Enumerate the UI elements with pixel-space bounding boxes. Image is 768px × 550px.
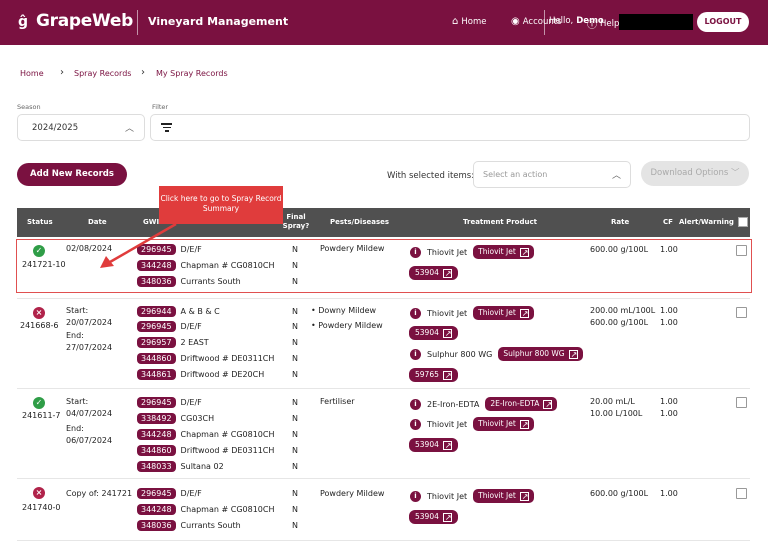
info-icon[interactable]: i — [410, 418, 421, 430]
pest-item: • Powdery Mildew — [311, 321, 383, 330]
season-label: Season — [17, 103, 41, 111]
season-select[interactable]: 2024/2025 ︿ — [17, 114, 145, 141]
product-code-link[interactable]: 53904 — [409, 510, 458, 525]
chevron-down-icon: ﹀ — [730, 168, 740, 178]
external-link-icon — [442, 327, 452, 341]
breadcrumb-my-spray-records: My Spray Records — [156, 69, 228, 78]
gwi-row: 344860 Driftwood # DE0311CH — [137, 353, 274, 364]
external-link-icon — [568, 348, 578, 362]
product-link[interactable]: Thiovit Jet — [473, 417, 534, 432]
product-code-link[interactable]: 53904 — [409, 326, 458, 341]
product-link[interactable]: Thiovit Jet — [473, 489, 534, 504]
chevron-up-icon: ︿ — [611, 171, 621, 181]
gwi-row: 348036 Currants South — [137, 520, 241, 531]
select-all-checkbox[interactable] — [738, 217, 748, 227]
highlighted-row-outline — [16, 239, 752, 293]
row-checkbox[interactable] — [736, 488, 747, 499]
record-id[interactable]: 241611-7 — [22, 411, 61, 420]
row-divider — [17, 478, 750, 479]
treatment-product: i Thiovit Jet Thiovit Jet — [410, 417, 534, 432]
breadcrumb-home[interactable]: Home — [20, 69, 44, 78]
table-header: Status Date GWI Final Spray? Pests/Disea… — [17, 208, 750, 237]
info-icon[interactable]: i — [410, 398, 421, 410]
gwi-row: 296945 D/E/F — [137, 397, 202, 408]
chevron-right-icon: › — [141, 67, 145, 78]
brand-logo[interactable]: ĝ GrapeWeb — [18, 11, 133, 31]
pest-item: • Downy Mildew — [311, 306, 377, 315]
gwi-row: 296945 D/E/F — [137, 488, 202, 499]
info-icon[interactable]: i — [410, 348, 421, 360]
row-checkbox[interactable] — [736, 307, 747, 318]
gwi-row: 296945 D/E/F — [137, 321, 202, 332]
app-title: Vineyard Management — [148, 15, 289, 28]
app-header: ĝ GrapeWeb Vineyard Management ⌂ Home ◉ A… — [0, 0, 768, 45]
info-icon[interactable]: i — [410, 307, 421, 319]
external-link-icon — [519, 490, 529, 504]
gwi-row: 296957 2 EAST — [137, 337, 209, 348]
chevron-right-icon: › — [60, 67, 64, 78]
row-checkbox[interactable] — [736, 397, 747, 408]
x-circle-icon: × — [33, 487, 45, 499]
record-id[interactable]: 241668-6 — [20, 321, 59, 330]
brand-name: GrapeWeb — [36, 11, 133, 31]
treatment-product: i Thiovit Jet Thiovit Jet — [410, 306, 534, 321]
annotation-callout: Click here to go to Spray Record Summary — [159, 186, 283, 224]
action-select[interactable]: Select an action ︿ — [473, 161, 631, 188]
filter-label: Filter — [152, 103, 169, 111]
external-link-icon — [442, 439, 452, 453]
logout-button[interactable]: LOGOUT — [697, 12, 749, 32]
header-divider — [137, 10, 138, 35]
gwi-row: 296944 A & B & C — [137, 306, 220, 317]
gwi-row: 344860 Driftwood # DE0311CH — [137, 445, 274, 456]
product-code-link[interactable]: 59765 — [409, 368, 458, 383]
filter-input[interactable] — [150, 114, 750, 141]
user-greeting: Hello, Demo — [549, 16, 604, 26]
home-icon: ⌂ — [452, 16, 459, 27]
filter-icon — [161, 123, 172, 133]
gwi-row: 348033 Sultana 02 — [137, 461, 224, 472]
product-link[interactable]: 2E-Iron-EDTA — [485, 397, 558, 412]
breadcrumb-spray-records[interactable]: Spray Records — [74, 69, 131, 78]
external-link-icon — [442, 511, 452, 525]
info-icon[interactable]: i — [410, 490, 421, 502]
record-id[interactable]: 241740-0 — [22, 503, 61, 512]
gwi-row: 344861 Driftwood # DE20CH — [137, 369, 264, 380]
add-new-records-button[interactable]: Add New Records — [17, 163, 127, 186]
row-divider — [17, 388, 750, 389]
external-link-icon — [519, 418, 529, 432]
product-link[interactable]: Thiovit Jet — [473, 306, 534, 321]
redacted-username — [619, 14, 693, 30]
nav-home[interactable]: ⌂ Home — [452, 16, 486, 27]
gwi-row: 338492 CG03CH — [137, 413, 214, 424]
product-link[interactable]: Sulphur 800 WG — [498, 347, 583, 362]
account-icon: ◉ — [511, 16, 520, 27]
treatment-product: i Sulphur 800 WG Sulphur 800 WG — [410, 347, 583, 362]
gwi-row: 344248 Chapman # CG0810CH — [137, 429, 274, 440]
with-selected-label: With selected items: — [387, 171, 475, 181]
grape-logo-icon: ĝ — [18, 14, 28, 30]
user-name: Demo — [576, 16, 604, 26]
x-circle-icon: × — [33, 307, 45, 319]
external-link-icon — [519, 307, 529, 321]
treatment-product: i 2E-Iron-EDTA 2E-Iron-EDTA — [410, 397, 558, 412]
chevron-up-icon: ︿ — [124, 124, 134, 134]
product-code-link[interactable]: 53904 — [409, 438, 458, 453]
external-link-icon — [543, 398, 553, 412]
row-divider — [17, 540, 750, 541]
external-link-icon — [442, 369, 452, 383]
download-options-button[interactable]: Download Options ﹀ — [641, 161, 749, 186]
gwi-row: 344248 Chapman # CG0810CH — [137, 504, 274, 515]
row-divider — [17, 298, 750, 299]
check-circle-icon: ✓ — [33, 397, 45, 409]
header-divider — [544, 10, 545, 35]
treatment-product: i Thiovit Jet Thiovit Jet — [410, 489, 534, 504]
